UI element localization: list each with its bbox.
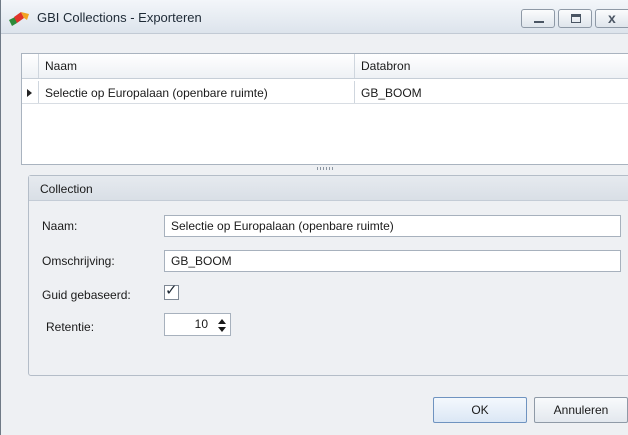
- checkmark-icon: ✓: [165, 282, 178, 299]
- grid-header: Naam Databron: [22, 54, 628, 79]
- cancel-button[interactable]: Annuleren: [534, 397, 628, 423]
- ok-button[interactable]: OK: [433, 397, 527, 423]
- collections-grid[interactable]: Naam Databron Selectie op Europalaan (op…: [21, 53, 628, 165]
- guid-label: Guid gebaseerd:: [42, 288, 131, 302]
- close-icon: x: [608, 10, 616, 26]
- guid-checkbox[interactable]: ✓: [164, 282, 179, 300]
- row-indicator-cell[interactable]: [22, 81, 39, 103]
- retentie-spinner[interactable]: 10: [164, 313, 231, 336]
- retentie-label: Retentie:: [46, 320, 95, 334]
- table-row[interactable]: Selectie op Europalaan (openbare ruimte)…: [22, 81, 628, 104]
- column-header-databron[interactable]: Databron: [355, 54, 628, 78]
- collection-group-header: Collection: [29, 176, 628, 201]
- cell-databron[interactable]: GB_BOOM: [355, 81, 628, 103]
- naam-label: Naam:: [42, 219, 78, 233]
- collection-group-title: Collection: [40, 182, 93, 196]
- close-button[interactable]: x: [595, 9, 628, 28]
- naam-field[interactable]: [164, 215, 621, 237]
- omschrijving-field[interactable]: [164, 250, 621, 272]
- spin-down-icon[interactable]: [218, 327, 226, 332]
- omschrijving-label: Omschrijving:: [42, 254, 115, 268]
- row-indicator-icon: [27, 89, 32, 97]
- export-dialog-window: GBI Collections - Exporteren x Naam Data…: [0, 0, 628, 435]
- minimize-icon: [534, 21, 544, 23]
- app-logo-icon: [9, 11, 31, 27]
- minimize-button[interactable]: [521, 9, 555, 28]
- column-header-naam[interactable]: Naam: [39, 54, 355, 78]
- panel-splitter[interactable]: [21, 165, 628, 172]
- retentie-value: 10: [194, 317, 208, 331]
- maximize-icon: [571, 14, 581, 23]
- cell-naam[interactable]: Selectie op Europalaan (openbare ruimte): [39, 81, 355, 103]
- spin-up-icon[interactable]: [218, 319, 226, 324]
- header-indicator-cell: [22, 54, 39, 78]
- splitter-grip-icon: [317, 167, 335, 170]
- maximize-button[interactable]: [558, 9, 592, 28]
- window-title: GBI Collections - Exporteren: [37, 10, 202, 25]
- title-bar[interactable]: GBI Collections - Exporteren x: [1, 0, 628, 34]
- collection-group: Collection: [28, 175, 628, 376]
